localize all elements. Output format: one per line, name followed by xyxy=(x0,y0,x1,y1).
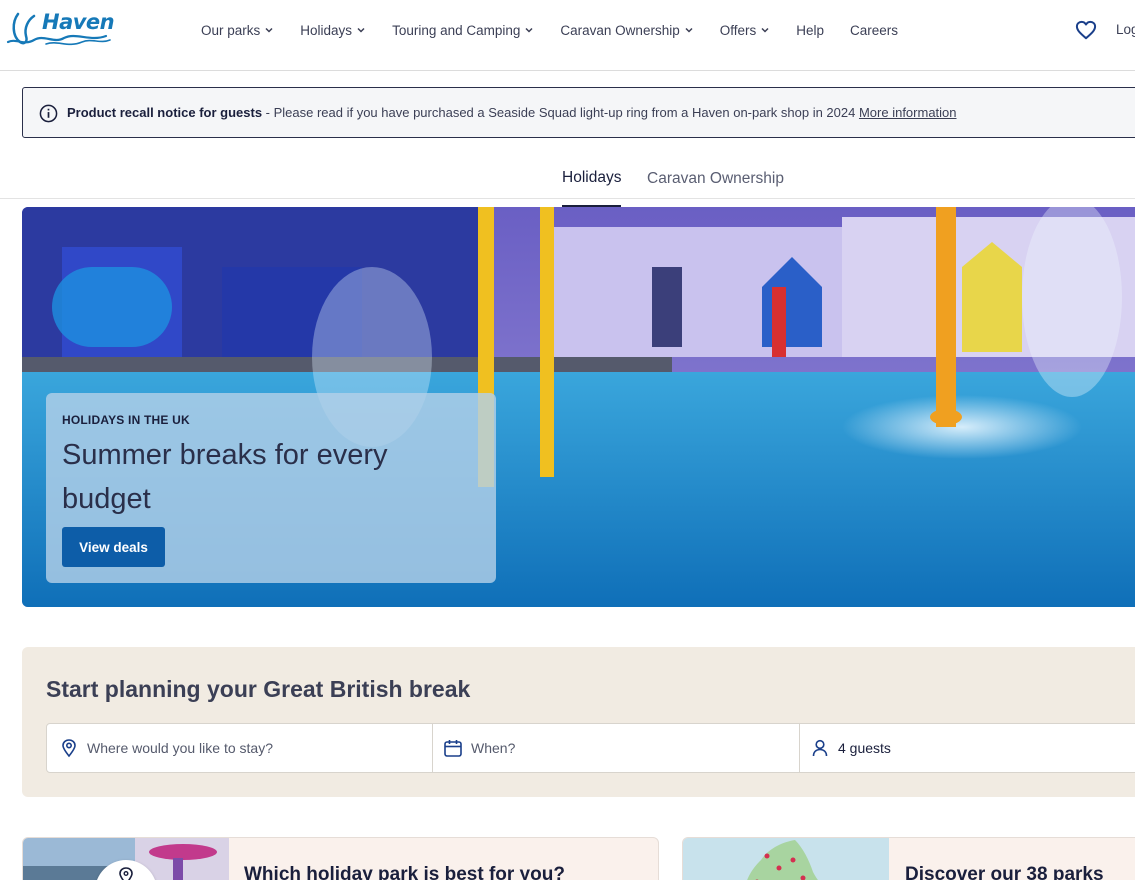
nav-item-label: Holidays xyxy=(300,22,353,38)
discover-parks-card[interactable]: Discover our 38 parks xyxy=(682,837,1135,880)
person-icon xyxy=(812,739,828,757)
nav-item-holidays[interactable]: Holidays xyxy=(300,21,366,39)
info-icon xyxy=(39,104,58,123)
uk-parks-map-image xyxy=(683,838,889,880)
park-finder-card[interactable]: Which holiday park is best for you? xyxy=(22,837,659,880)
card-title: Which holiday park is best for you? xyxy=(244,864,565,880)
nav-item-label: Touring and Camping xyxy=(392,22,521,38)
site-header: Haven Our parks Holidays Touring and Cam… xyxy=(0,0,1135,71)
haven-logo[interactable]: Haven xyxy=(6,8,116,52)
hero-promo-card: HOLIDAYS IN THE UK Summer breaks for eve… xyxy=(46,393,496,583)
chevron-down-icon xyxy=(525,27,533,33)
where-field[interactable]: Where would you like to stay? xyxy=(59,724,421,772)
holiday-planner: Start planning your Great British break … xyxy=(22,647,1135,797)
guests-field[interactable]: 4 guests xyxy=(799,724,1099,772)
location-pin-icon xyxy=(119,867,133,880)
location-badge xyxy=(95,860,157,880)
when-field[interactable]: When? xyxy=(432,724,792,772)
location-pin-icon xyxy=(62,739,76,758)
nav-item-label: Offers xyxy=(719,22,757,38)
view-deals-button[interactable]: View deals xyxy=(62,527,165,567)
hero-title: Summer breaks for every budget xyxy=(62,439,388,515)
hero-banner: HOLIDAYS IN THE UK Summer breaks for eve… xyxy=(22,207,1135,607)
chevron-down-icon xyxy=(685,27,693,33)
chevron-down-icon xyxy=(265,27,273,33)
calendar-icon xyxy=(444,740,462,757)
brand-name: Haven xyxy=(42,10,115,34)
guests-value: 4 guests xyxy=(838,740,891,756)
tab-holidays[interactable]: Holidays xyxy=(562,169,622,207)
main-nav: Our parks Holidays Touring and Camping C… xyxy=(201,21,924,39)
nav-item-label: Our parks xyxy=(201,22,261,38)
nav-item-offers[interactable]: Offers xyxy=(720,21,771,39)
nav-item-our-parks[interactable]: Our parks xyxy=(201,21,274,39)
planner-title: Start planning your Great British break xyxy=(46,676,471,702)
nav-item-touring-and-camping[interactable]: Touring and Camping xyxy=(392,21,534,39)
where-placeholder: Where would you like to stay? xyxy=(87,740,273,756)
chevron-down-icon xyxy=(357,27,365,33)
when-placeholder: When? xyxy=(471,740,516,756)
hero-eyebrow: HOLIDAYS IN THE UK xyxy=(62,413,190,427)
nav-item-label: Careers xyxy=(850,22,899,38)
notice-title: Product recall notice for guests xyxy=(67,105,263,120)
login-link[interactable]: Log xyxy=(1116,22,1135,37)
nav-item-caravan-ownership[interactable]: Caravan Ownership xyxy=(560,21,693,39)
recall-notice-banner: Product recall notice for guests - Pleas… xyxy=(22,87,1135,138)
nav-item-help[interactable]: Help xyxy=(796,21,824,39)
tab-caravan-ownership[interactable]: Caravan Ownership xyxy=(647,170,784,188)
audience-tabs: Holidays Caravan Ownership xyxy=(0,160,1135,207)
nav-item-careers[interactable]: Careers xyxy=(850,21,898,39)
chevron-down-icon xyxy=(761,27,769,33)
card-title: Discover our 38 parks xyxy=(905,864,1104,880)
notice-text: Product recall notice for guests - Pleas… xyxy=(67,105,957,120)
nav-item-label: Caravan Ownership xyxy=(560,22,680,38)
notice-message: - Please read if you have purchased a Se… xyxy=(262,105,859,120)
heart-icon[interactable] xyxy=(1075,20,1097,40)
holiday-search-bar: Where would you like to stay? When? 4 gu… xyxy=(46,723,1135,773)
nav-item-label: Help xyxy=(796,22,824,38)
more-information-link[interactable]: More information xyxy=(859,105,957,120)
